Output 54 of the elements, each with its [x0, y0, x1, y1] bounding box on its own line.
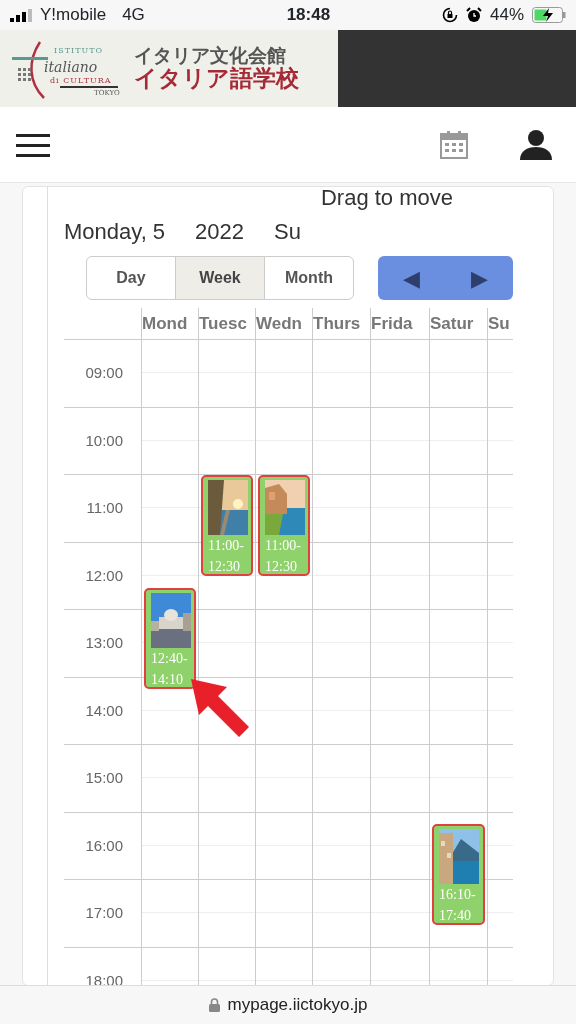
view-tab[interactable]: Week	[175, 256, 265, 300]
event-time: 11:00-	[265, 537, 303, 555]
user-icon[interactable]	[520, 129, 552, 160]
day-header: Frida	[370, 308, 429, 340]
alarm-icon	[465, 7, 482, 23]
view-tab[interactable]: Day	[86, 256, 176, 300]
date-range-title: Monday, 5	[64, 218, 166, 246]
event-time: 12:30	[208, 558, 241, 576]
date-range-title: Su	[274, 218, 301, 246]
pointer-arrow	[189, 677, 251, 739]
day-header: Satur	[429, 308, 487, 340]
event-block[interactable]: 11:00- 12:30	[258, 475, 310, 577]
network-type: 4G	[122, 4, 145, 27]
lock-icon	[208, 998, 220, 1012]
page-url: mypage.iictokyo.jp	[227, 994, 368, 1017]
hour-label: 13:00	[85, 633, 123, 653]
event-block[interactable]: 11:00- 12:30	[201, 475, 253, 577]
carrier-name: Y!mobile	[40, 4, 107, 27]
rotation-lock-icon	[441, 7, 458, 23]
day-header: Su	[487, 308, 513, 340]
day-header: Wedn	[255, 308, 312, 340]
event-time: 14:10	[151, 670, 184, 689]
signal-icon	[10, 8, 32, 22]
event-time: 17:40	[439, 906, 472, 925]
day-header: Thurs	[312, 308, 370, 340]
hour-label: 11:00	[86, 498, 123, 518]
day-header: Tuesc	[198, 308, 255, 340]
date-range-title: 2022	[195, 218, 245, 246]
institute-name: イタリア文化会館	[134, 45, 286, 67]
hour-label: 09:00	[85, 363, 123, 383]
event-time: 16:10-	[439, 885, 477, 904]
event-time: 12:30	[265, 558, 298, 576]
day-header: Mond	[141, 308, 198, 340]
hour-label: 16:00	[85, 835, 123, 856]
hour-label: 12:00	[85, 565, 123, 586]
event-block[interactable]: 12:40- 14:10	[144, 587, 196, 689]
event-time: 11:00-	[208, 537, 246, 555]
battery-charging-icon	[532, 7, 566, 23]
hour-label: 14:00	[85, 700, 123, 721]
event-block[interactable]: 16:10- 17:40	[432, 823, 485, 925]
view-tab[interactable]: Month	[264, 256, 354, 300]
previous-button[interactable]: ◀	[378, 256, 446, 300]
hour-label: 17:00	[85, 903, 123, 923]
school-name: イタリア語学校	[134, 66, 299, 92]
battery-percentage: 44%	[489, 4, 524, 27]
clock-time: 18:48	[286, 4, 331, 27]
event-time: 12:40-	[151, 649, 189, 668]
calendar-icon[interactable]	[440, 130, 468, 159]
hour-label: 15:00	[85, 768, 123, 788]
next-button[interactable]: ▶	[445, 256, 513, 300]
menu-icon[interactable]	[16, 132, 50, 157]
drag-hint: Drag to move	[319, 187, 454, 209]
hour-label: 18:00	[85, 970, 123, 985]
hour-label: 10:00	[85, 430, 123, 451]
